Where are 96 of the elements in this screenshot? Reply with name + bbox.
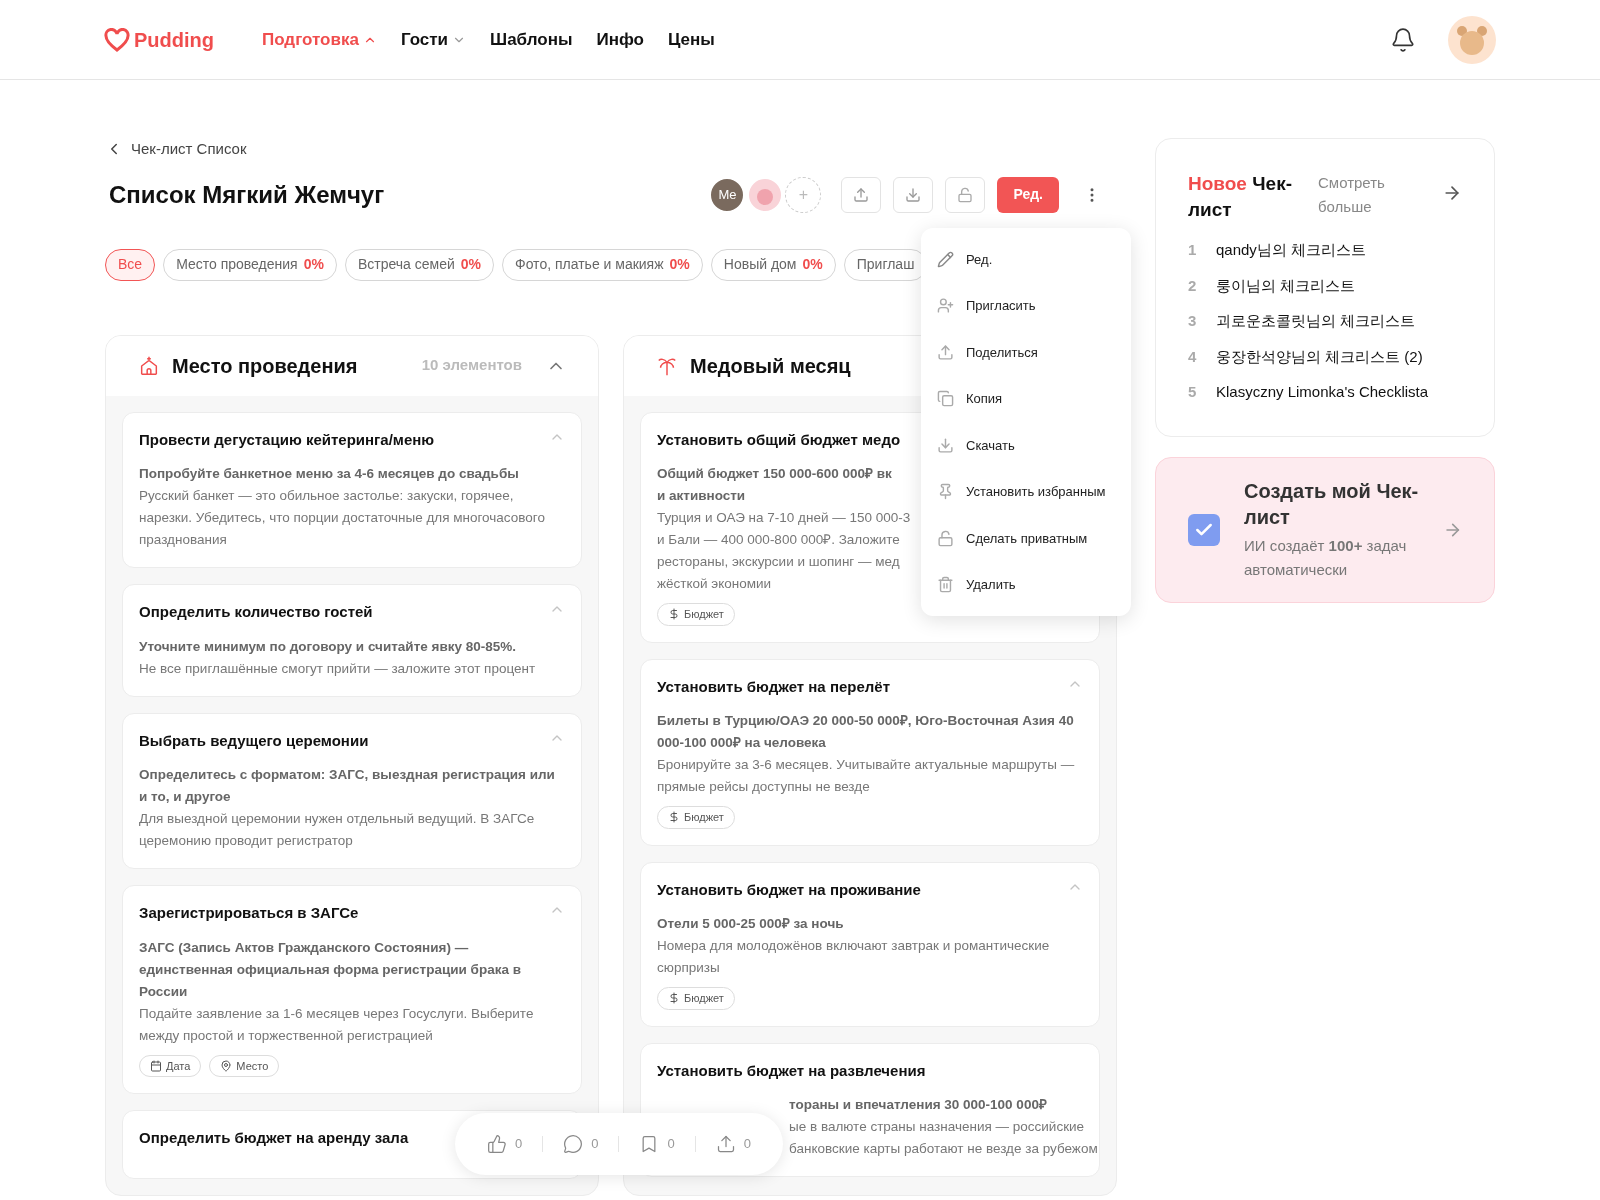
task-title: Установить бюджет на развлечения xyxy=(657,1060,926,1081)
task-description: рестораны, экскурсии и шопинг — мед xyxy=(657,553,900,571)
task-description: жёсткой экономии xyxy=(657,575,772,593)
nav-item[interactable]: Гости xyxy=(400,26,467,53)
task-description: Номера для молодожёнов включают завтрак и романтические сюрпризы xyxy=(657,937,1051,977)
page-title: Список Мягкий Жемчуг xyxy=(109,179,385,210)
download-icon xyxy=(937,436,954,454)
nav-item[interactable]: Цены xyxy=(667,26,715,53)
download-button[interactable] xyxy=(893,176,934,213)
menu-item[interactable]: Сделать приватным xyxy=(921,515,1131,562)
task-title: Провести дегустацию кейтеринга/меню xyxy=(139,429,435,450)
menu-item[interactable]: Удалить xyxy=(921,561,1131,608)
task-summary: тораны и впечатления 30 000-100 000₽ xyxy=(789,1096,1047,1114)
task-title: Выбрать ведущего церемонии xyxy=(139,730,369,751)
checklist-link[interactable]: Klasyczny Limonka's Checklista xyxy=(1216,381,1429,404)
task-title: Определить бюджет на аренду зала xyxy=(139,1128,409,1148)
task-summary: Отели 5 000-25 000₽ за ночь xyxy=(657,915,845,933)
task-title: Зарегистрироваться в ЗАГСе xyxy=(139,903,359,923)
user-avatar[interactable] xyxy=(747,176,784,213)
thumbs-up-icon xyxy=(487,1134,507,1154)
lock-icon xyxy=(937,529,954,547)
pin-icon xyxy=(937,483,954,501)
nav-item[interactable]: Инфо xyxy=(596,26,644,53)
task-description: банковские карты работают не везде за рубежом xyxy=(789,1140,1098,1158)
chip-percent: 0% xyxy=(669,255,690,274)
task-summary: Уточните минимум по договору и считайте явку 80-85%. xyxy=(139,637,517,656)
task-summary: Билеты в Турцию/ОАЭ 20 000-50 000₽, Юго-Восточная Азия 40 000-100 000₽ на человека xyxy=(657,712,1075,752)
task-summary: Определитесь с форматом: ЗАГС, выездная регистрация или и то, и другое xyxy=(139,766,556,806)
menu-item[interactable]: Пригласить xyxy=(921,282,1131,329)
upload-icon xyxy=(853,186,870,203)
task-description: Не все приглашённые смогут прийти — заложите этот процент xyxy=(139,659,537,678)
dollar-icon xyxy=(668,992,680,1005)
checklist-link[interactable]: 웅장한석양님의 체크리스트 (2) xyxy=(1216,345,1423,368)
task-description: Для выездной церемонии нужен отдельный ведущий. В ЗАГСе церемонию проводит регистратор xyxy=(139,810,536,850)
task-description: Бронируйте за 3-6 месяцев. Учитывайте актуальные маршруты — прямые рейсы доступны не везде xyxy=(657,756,1076,796)
checklist-link[interactable]: qandy님의 체크리스트 xyxy=(1216,239,1367,262)
card-subtitle: ИИ создаёт 100+ задач автоматически xyxy=(1244,535,1408,580)
chip-percent: 0% xyxy=(460,255,481,274)
task-summary: и активности xyxy=(657,487,746,505)
nav-item[interactable]: Подготовка xyxy=(262,26,377,53)
heart-logo-icon xyxy=(104,27,130,52)
rank-number: 5 xyxy=(1188,382,1198,402)
task-title: Установить бюджет на проживание xyxy=(657,879,921,900)
menu-item[interactable]: Поделиться xyxy=(921,329,1131,376)
card-title: Новое Чек-лист xyxy=(1188,172,1293,222)
bell-icon[interactable] xyxy=(1390,26,1416,53)
menu-item[interactable]: Скачать xyxy=(921,422,1131,469)
checklist-link[interactable]: 룽이님의 체크리스트 xyxy=(1216,274,1356,297)
task-summary: Попробуйте банкетное меню за 4-6 месяцев до свадьбы xyxy=(139,465,520,483)
rank-number: 1 xyxy=(1188,240,1198,260)
dollar-icon xyxy=(668,608,680,621)
checkbox-icon xyxy=(1188,513,1220,546)
delete-icon xyxy=(937,576,954,594)
edit-icon xyxy=(937,250,954,268)
task-summary: ЗАГС (Запись Актов Гражданского Состояния) — единственная официальная форма регистрации брака в России xyxy=(139,938,522,1001)
task-title: Установить бюджет на перелёт xyxy=(657,676,890,697)
task-description: Русский банкет — это обильное застолье: закуски, горячее, нарезки. Убедитесь, что порции достаточные для многочасового празднования xyxy=(139,487,546,549)
calendar-icon xyxy=(150,1059,162,1072)
nav-item[interactable]: Шаблоны xyxy=(490,26,573,53)
copy-icon xyxy=(937,390,954,408)
see-more-link[interactable]: Смотреть больше xyxy=(1318,171,1398,219)
speech-bubble-icon xyxy=(563,1134,584,1154)
logo[interactable]: Pudding xyxy=(134,24,214,55)
checklist-link[interactable]: 괴로운초콜릿님의 체크리스트 xyxy=(1216,310,1416,333)
share-button[interactable] xyxy=(841,176,882,213)
chip-percent: 0% xyxy=(303,255,324,274)
chapel-icon xyxy=(138,354,160,377)
rank-number: 2 xyxy=(1188,275,1198,296)
task-description: и Бали — 400 000-800 000₽. Заложите xyxy=(657,531,900,549)
upload-icon xyxy=(715,1134,736,1154)
rank-number: 4 xyxy=(1188,346,1198,367)
task-title: Установить общий бюджет медо xyxy=(657,429,901,450)
unlock-icon xyxy=(957,186,974,203)
task-description: ые в валюте страны назначения — российские xyxy=(789,1118,1085,1136)
task-title: Определить количество гостей xyxy=(139,602,373,622)
card-title: Создать мой Чек-лист xyxy=(1244,478,1419,530)
lock-button[interactable] xyxy=(945,176,986,213)
chip-percent: 0% xyxy=(802,255,823,274)
menu-item[interactable]: Установить избранным xyxy=(921,468,1131,515)
menu-item[interactable]: Копия xyxy=(921,375,1131,422)
invite-icon xyxy=(937,297,954,315)
dollar-icon xyxy=(668,811,680,824)
profile-avatar[interactable] xyxy=(1448,15,1496,64)
user-avatar[interactable]: Me xyxy=(709,176,746,213)
create-checklist-card[interactable]: Создать мой Чек-лист ИИ создаёт 100+ задач автоматически xyxy=(1155,456,1495,603)
category-title: Медовый месяц xyxy=(690,353,851,379)
rank-number: 3 xyxy=(1188,311,1198,331)
share-icon xyxy=(937,343,954,361)
task-description: Подайте заявление за 1-6 месяцев через Госуслуги. Выберите между простой и торжественной регистрацией xyxy=(139,1004,535,1045)
item-count: 10 элементов xyxy=(421,355,522,376)
category-title: Место проведения xyxy=(172,353,358,379)
download-icon xyxy=(905,186,922,203)
breadcrumb[interactable]: Чек-лист Список xyxy=(131,138,247,161)
pin-icon xyxy=(220,1059,233,1072)
task-description: Турция и ОАЭ на 7-10 дней — 150 000-3 xyxy=(657,509,911,527)
task-summary: Общий бюджет 150 000-600 000₽ вк xyxy=(657,465,892,483)
